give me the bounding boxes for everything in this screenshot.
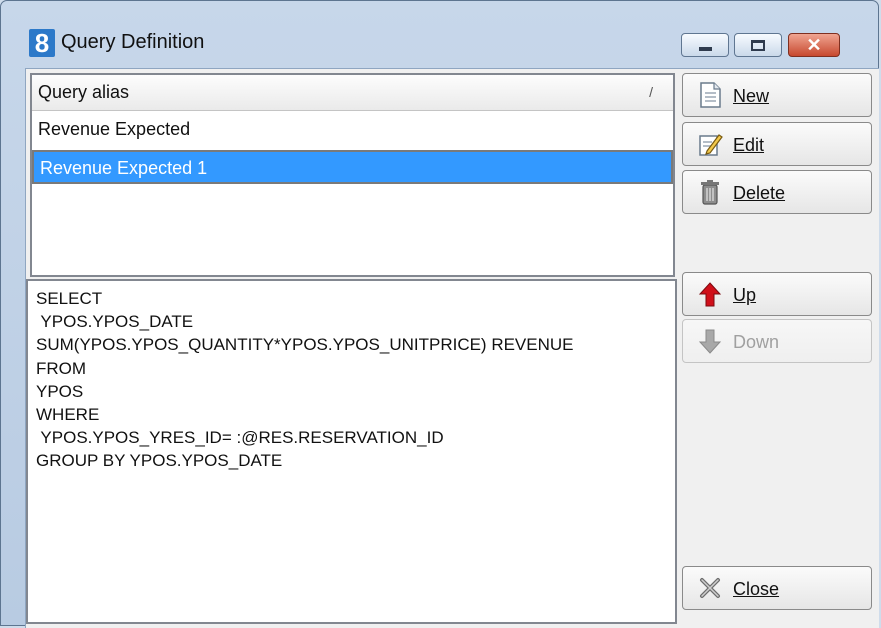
edit-button-label: Edit bbox=[733, 135, 765, 155]
sql-query-editor[interactable]: SELECT YPOS.YPOS_DATE SUM(YPOS.YPOS_QUAN… bbox=[26, 279, 677, 624]
app-icon: 8 bbox=[29, 29, 55, 57]
document-icon bbox=[700, 82, 721, 108]
delete-button[interactable]: Delete bbox=[682, 170, 872, 214]
window-title: Query Definition bbox=[61, 31, 205, 53]
down-button-label: Down bbox=[733, 332, 780, 352]
new-button-label: New bbox=[733, 86, 770, 106]
title-bar[interactable]: 8 Query Definition ✕ bbox=[1, 1, 878, 59]
dialog-client-area: Query alias / Revenue Expected Revenue E… bbox=[25, 68, 879, 628]
list-item[interactable]: Revenue Expected bbox=[32, 113, 673, 147]
up-button[interactable]: Up bbox=[682, 272, 872, 316]
query-alias-list[interactable]: Query alias / Revenue Expected Revenue E… bbox=[30, 73, 675, 277]
maximize-button[interactable] bbox=[734, 33, 782, 57]
window-close-button[interactable]: ✕ bbox=[788, 33, 840, 57]
list-item-selected[interactable]: Revenue Expected 1 bbox=[32, 150, 673, 184]
up-button-label: Up bbox=[733, 285, 757, 305]
close-button[interactable]: Close bbox=[682, 566, 872, 610]
close-icon: ✕ bbox=[806, 35, 822, 55]
close-tools-icon bbox=[700, 578, 720, 598]
arrow-down-icon bbox=[698, 329, 722, 354]
trash-icon bbox=[701, 180, 719, 205]
sort-indicator-icon: / bbox=[649, 84, 653, 100]
list-column-header[interactable]: Query alias / bbox=[32, 75, 673, 111]
new-button[interactable]: New bbox=[682, 73, 872, 117]
query-definition-window: 8 Query Definition ✕ Query alias / Reven… bbox=[0, 0, 879, 628]
edit-button[interactable]: Edit bbox=[682, 122, 872, 166]
minimize-button[interactable] bbox=[681, 33, 729, 57]
minimize-icon bbox=[698, 47, 712, 51]
maximize-icon bbox=[751, 39, 765, 51]
arrow-up-icon bbox=[698, 282, 722, 307]
close-button-label: Close bbox=[733, 579, 780, 599]
down-button[interactable]: Down bbox=[682, 319, 872, 363]
column-header-label: Query alias bbox=[38, 82, 130, 102]
delete-button-label: Delete bbox=[733, 183, 786, 203]
edit-pencil-icon bbox=[699, 134, 723, 156]
